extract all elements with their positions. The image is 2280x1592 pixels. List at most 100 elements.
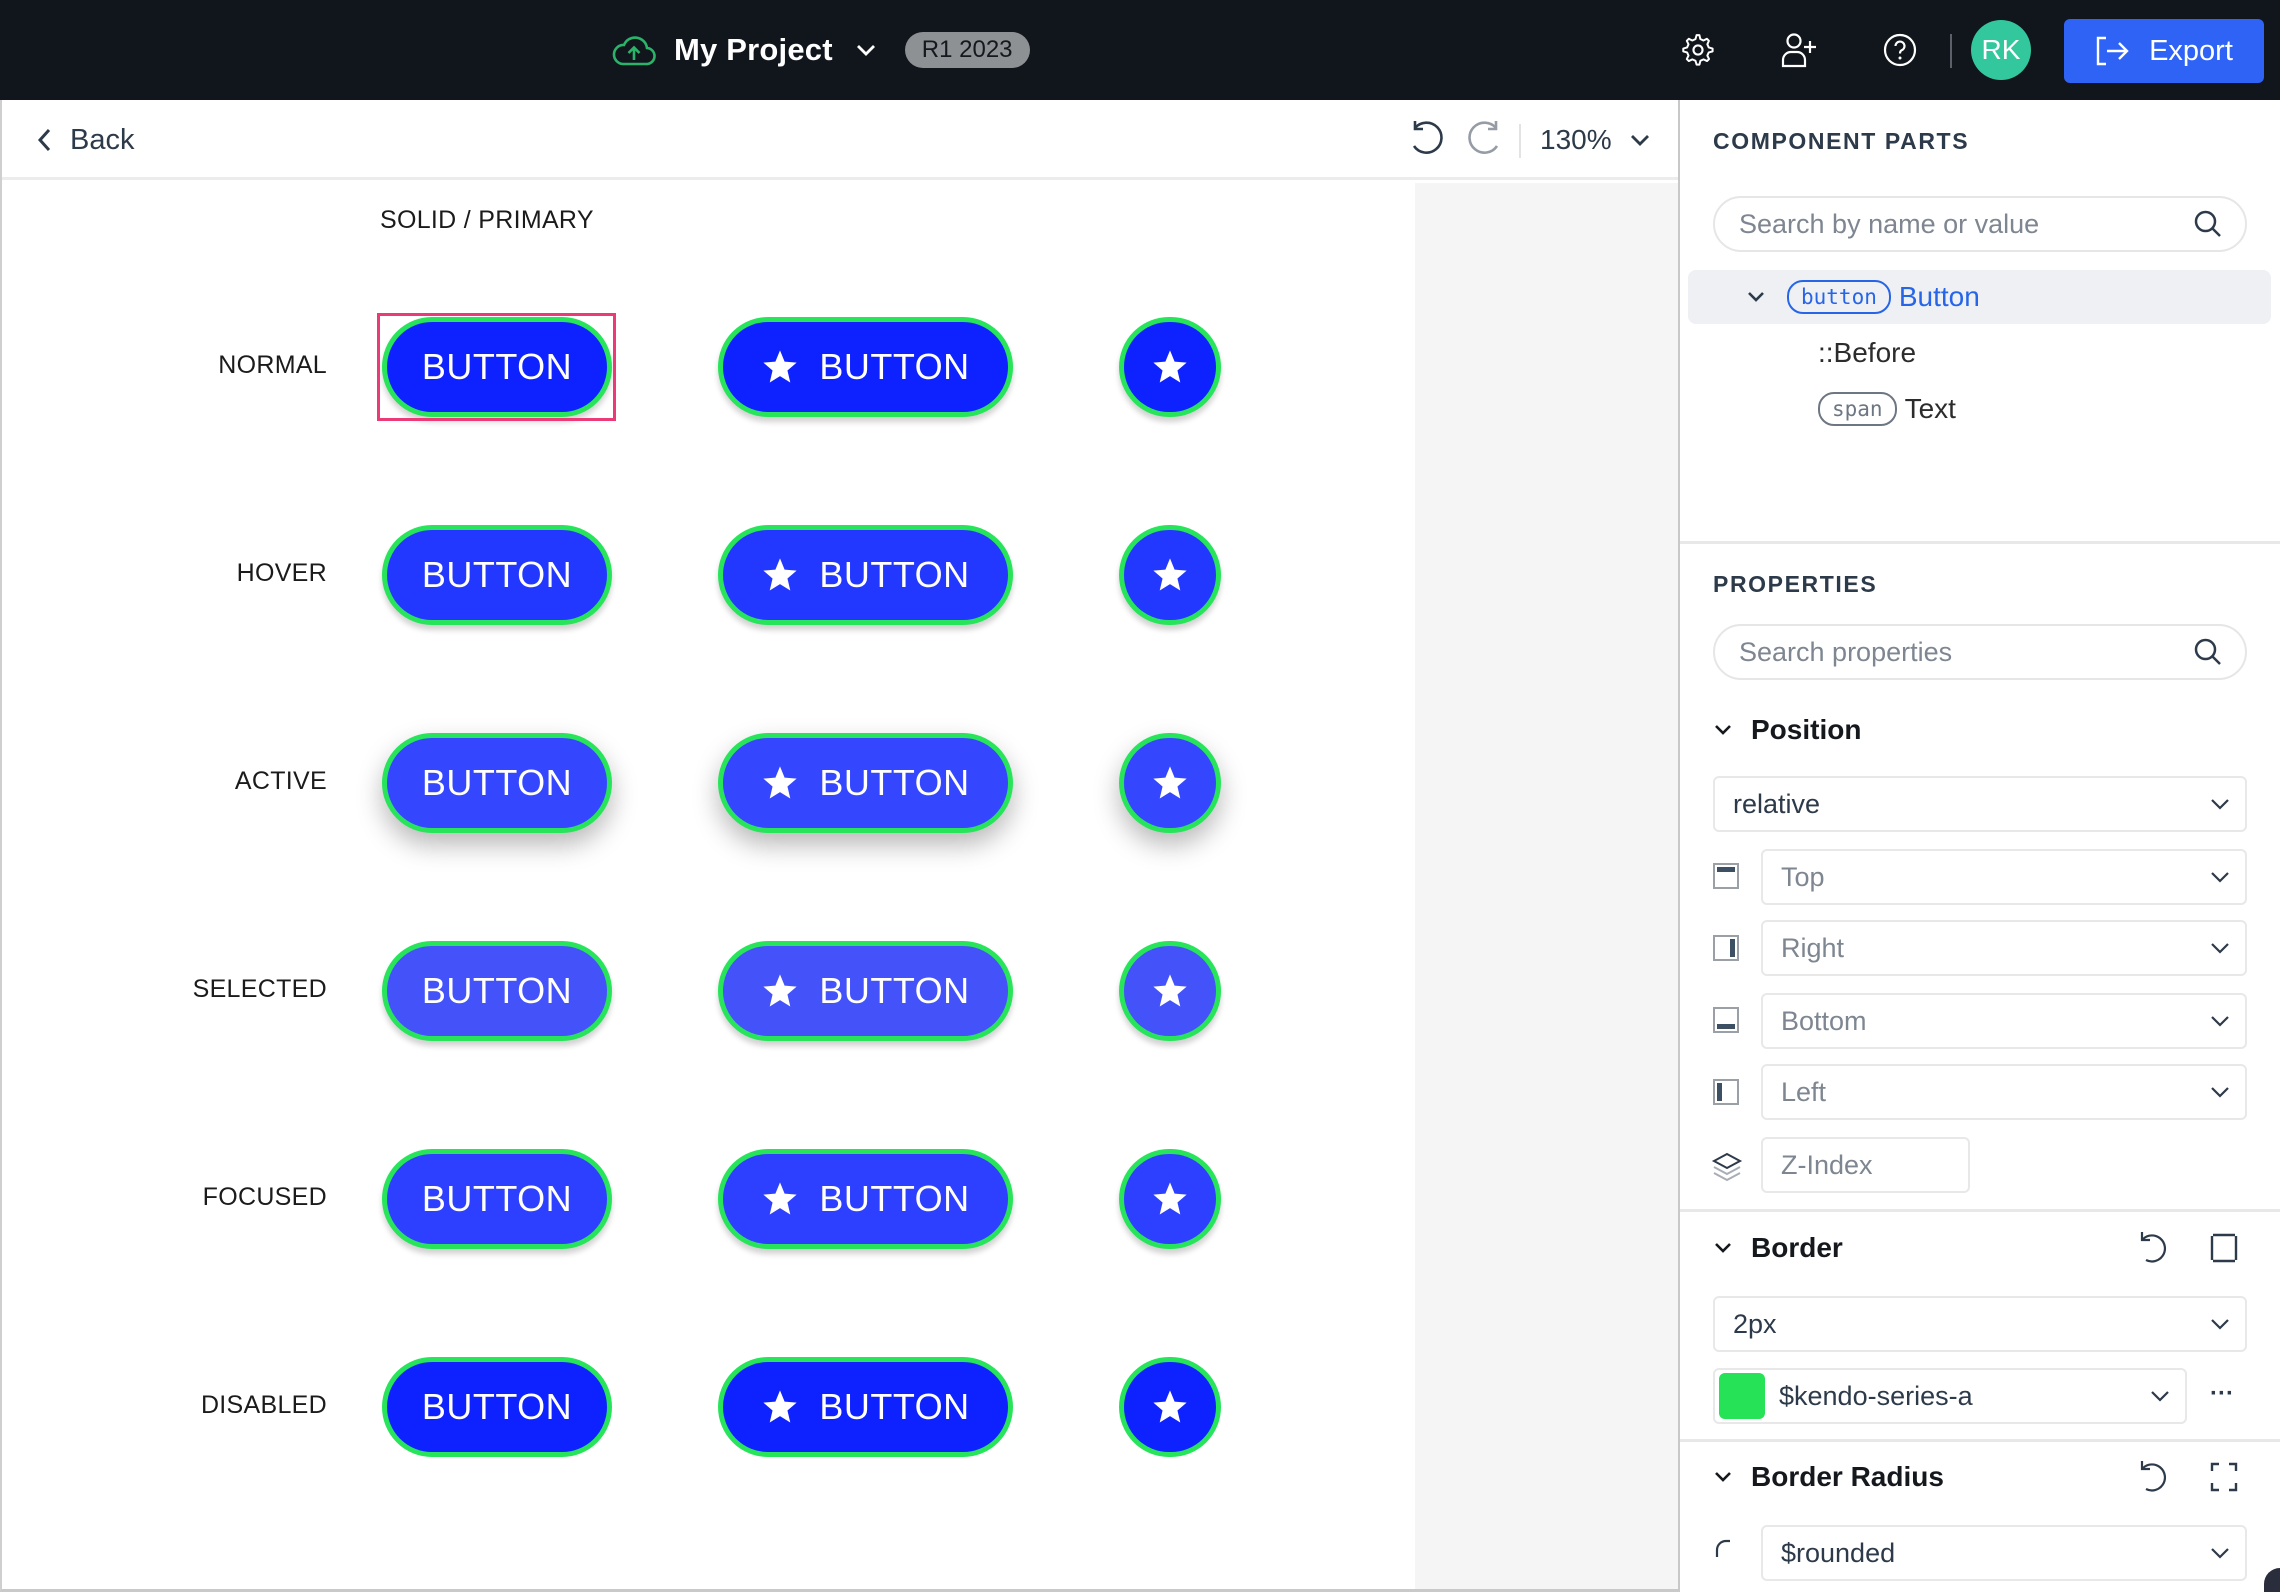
canvas-overflow-area — [1415, 183, 1680, 1589]
border-color-select[interactable]: $kendo-series-a — [1713, 1368, 2187, 1424]
border-group-header[interactable]: Border — [1713, 1228, 2247, 1268]
position-select[interactable]: relative — [1713, 776, 2247, 832]
chevron-down-icon[interactable] — [1747, 288, 1765, 306]
tree-item-text[interactable]: span Text — [1688, 382, 2271, 436]
tree-item-button[interactable]: button Button — [1688, 270, 2271, 324]
button-hover-icon-only[interactable] — [1119, 525, 1221, 625]
chevron-down-icon — [1715, 725, 1731, 735]
canvas-toolbar: Back 130% — [2, 100, 1680, 180]
corners-icon[interactable] — [2209, 1461, 2239, 1493]
project-name[interactable]: My Project — [674, 32, 833, 68]
button-label: BUTTON — [819, 762, 970, 803]
left-placeholder: Left — [1781, 1076, 1827, 1107]
button-selected-icon-only[interactable] — [1119, 941, 1221, 1041]
undo-button[interactable] — [1407, 118, 1447, 165]
chevron-down-icon — [2211, 1016, 2229, 1027]
button-disabled-text[interactable]: BUTTON — [382, 1357, 612, 1457]
star-icon — [1153, 766, 1187, 799]
chevron-down-icon[interactable] — [853, 37, 879, 63]
button-selected-text[interactable]: BUTTON — [382, 941, 612, 1041]
state-label-active: ACTIVE — [234, 767, 327, 795]
bottom-select[interactable]: Bottom — [1761, 993, 2247, 1049]
zindex-input[interactable]: Z-Index — [1761, 1137, 1970, 1193]
reset-icon[interactable] — [2137, 1459, 2171, 1495]
tree-item-before[interactable]: ::Before — [1688, 326, 2271, 380]
position-group-header[interactable]: Position — [1713, 710, 2247, 750]
top-select[interactable]: Top — [1761, 849, 2247, 905]
border-radius-group-header[interactable]: Border Radius — [1713, 1457, 2247, 1497]
right-placeholder: Right — [1781, 932, 1845, 963]
button-focused-icon-text[interactable]: BUTTON — [718, 1149, 1013, 1249]
button-disabled-icon-text[interactable]: BUTTON — [718, 1357, 1013, 1457]
button-selected-icon-text[interactable]: BUTTON — [718, 941, 1013, 1041]
button-label: BUTTON — [421, 554, 573, 595]
state-label-selected: SELECTED — [192, 975, 327, 1003]
project-selector[interactable]: My Project R1 2023 — [612, 28, 1030, 72]
reset-icon[interactable] — [2137, 1230, 2171, 1266]
version-badge: R1 2023 — [904, 32, 1030, 68]
chevron-left-icon — [37, 128, 51, 152]
border-right-icon — [1713, 935, 1739, 961]
tree-item-label: Button — [1898, 281, 1980, 312]
user-avatar[interactable]: RK — [1971, 20, 2031, 80]
border-all-sides-icon[interactable] — [2209, 1232, 2239, 1264]
star-icon — [1153, 1182, 1187, 1215]
button-hover-text[interactable]: BUTTON — [382, 525, 612, 625]
component-search-input[interactable]: Search by name or value — [1713, 196, 2247, 252]
redo-button[interactable] — [1464, 118, 1504, 165]
button-label: BUTTON — [421, 762, 573, 803]
border-width-select[interactable]: 2px — [1713, 1296, 2247, 1352]
button-hover-icon-text[interactable]: BUTTON — [718, 525, 1013, 625]
search-icon — [2194, 210, 2221, 237]
more-options-button[interactable]: ··· — [2210, 1380, 2234, 1408]
button-disabled-icon-only[interactable] — [1119, 1357, 1221, 1457]
window-corner — [2264, 1568, 2280, 1592]
button-label: BUTTON — [819, 970, 970, 1011]
section-divider — [1680, 1439, 2280, 1442]
button-focused-icon-only[interactable] — [1119, 1149, 1221, 1249]
canvas-workspace: Back 130% SOLID / PRIMARY NORMAL BUTTON BU… — [0, 100, 1681, 1592]
button-active-icon-only[interactable] — [1119, 733, 1221, 833]
properties-title: PROPERTIES — [1713, 571, 1878, 597]
right-select[interactable]: Right — [1761, 920, 2247, 976]
button-normal-icon-only[interactable] — [1119, 317, 1221, 417]
back-button[interactable]: Back — [36, 120, 134, 160]
section-divider — [1680, 1209, 2280, 1212]
zoom-dropdown[interactable]: 130% — [1540, 120, 1652, 160]
invite-user-button[interactable] — [1779, 30, 1819, 70]
star-icon — [1153, 350, 1187, 383]
help-button[interactable] — [1880, 30, 1920, 70]
border-color-value: $kendo-series-a — [1779, 1380, 1973, 1411]
toolbar-divider — [1519, 124, 1521, 158]
properties-search-input[interactable]: Search properties — [1713, 624, 2247, 680]
redo-icon — [1468, 121, 1499, 154]
cloud-upload-icon — [612, 36, 656, 66]
zoom-level: 130% — [1540, 124, 1612, 155]
color-swatch — [1719, 1373, 1765, 1419]
star-icon — [1153, 1390, 1187, 1423]
star-icon — [763, 974, 797, 1007]
settings-button[interactable] — [1678, 30, 1718, 70]
chevron-down-icon — [2211, 872, 2229, 883]
button-active-icon-text[interactable]: BUTTON — [718, 733, 1013, 833]
button-normal-icon-text[interactable]: BUTTON — [718, 317, 1013, 417]
export-button[interactable]: Export — [2064, 19, 2264, 83]
button-active-text[interactable]: BUTTON — [382, 733, 612, 833]
star-icon — [763, 1182, 797, 1215]
state-label-hover: HOVER — [236, 559, 327, 587]
button-focused-text[interactable]: BUTTON — [382, 1149, 612, 1249]
left-select[interactable]: Left — [1761, 1064, 2247, 1120]
chevron-down-icon — [2211, 943, 2229, 954]
selection-outline — [377, 313, 616, 421]
component-parts-title: COMPONENT PARTS — [1713, 128, 1970, 154]
chevron-down-icon — [2211, 1319, 2229, 1330]
back-label: Back — [70, 123, 135, 156]
border-radius-select[interactable]: $rounded — [1761, 1525, 2247, 1581]
star-icon — [763, 558, 797, 591]
button-label: BUTTON — [819, 346, 970, 387]
border-radius-heading: Border Radius — [1751, 1461, 1944, 1492]
button-label: BUTTON — [819, 1386, 970, 1427]
gear-icon — [1682, 34, 1714, 66]
tree-item-label: Text — [1904, 393, 1956, 424]
inspector-panel: COMPONENT PARTS Search by name or value … — [1680, 100, 2280, 1592]
